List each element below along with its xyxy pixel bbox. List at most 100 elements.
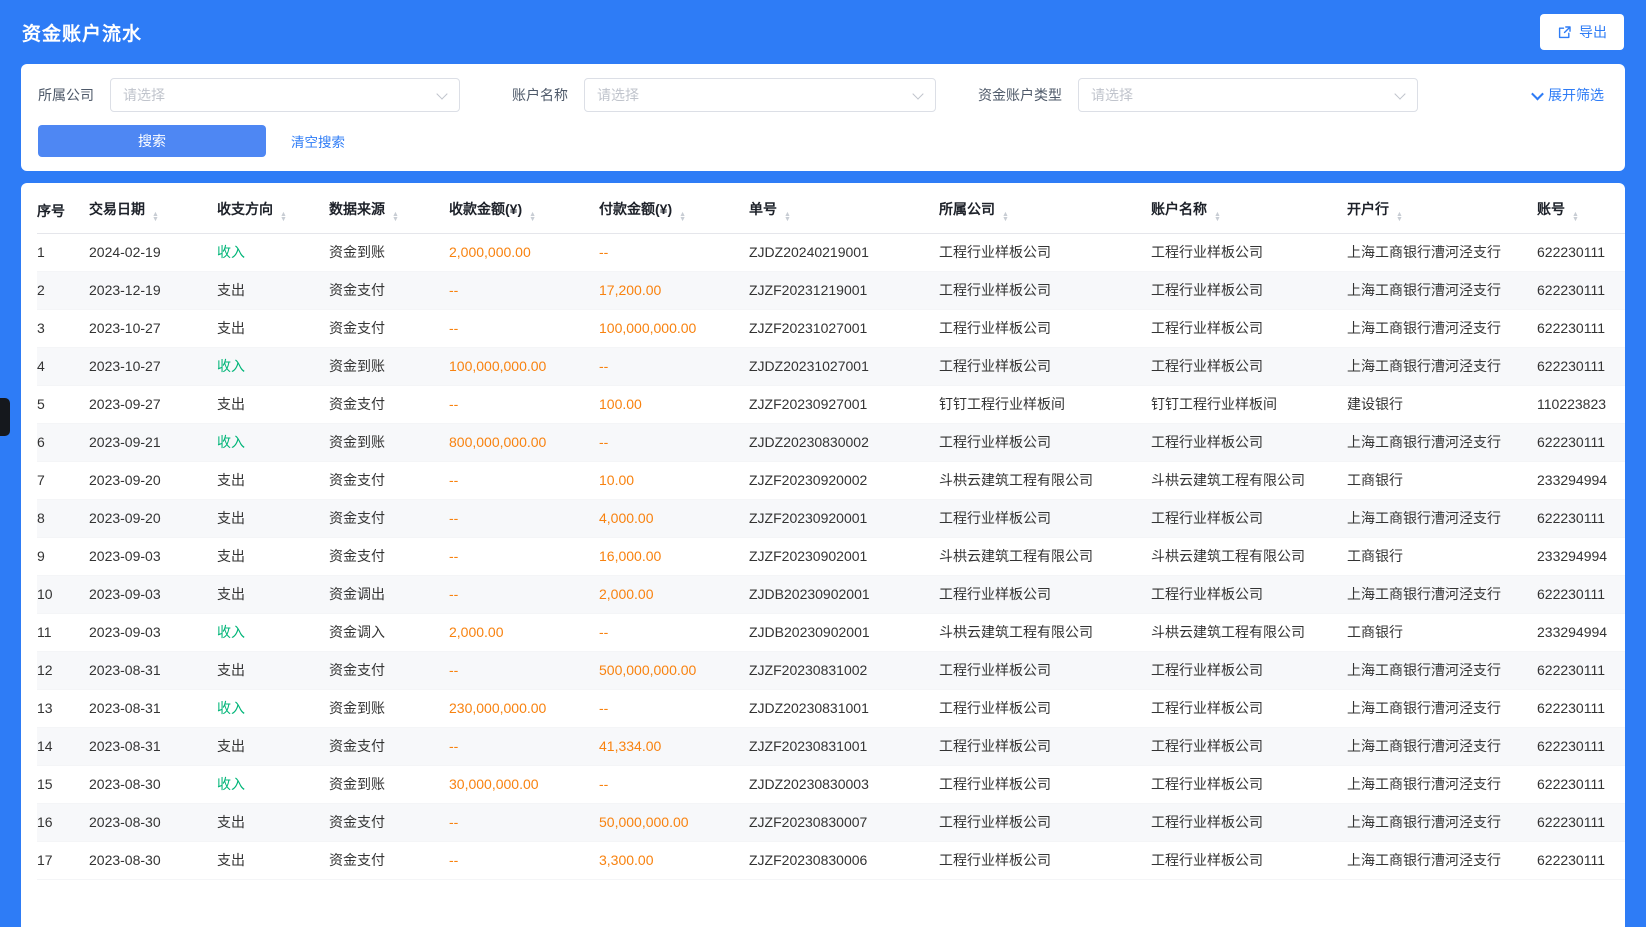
clear-search-link[interactable]: 清空搜索 bbox=[291, 131, 345, 151]
cell-payment-amount: 500,000,000.00 bbox=[599, 651, 749, 689]
table-row: 16 2023-08-30 支出 资金支付 -- 50,000,000.00 Z… bbox=[37, 803, 1625, 841]
cell-account-no: 622230111 bbox=[1537, 651, 1625, 689]
filter-account-type-input[interactable] bbox=[1079, 79, 1417, 111]
cell-account-no: 622230111 bbox=[1537, 499, 1625, 537]
cell-account-no: 622230111 bbox=[1537, 271, 1625, 309]
sort-icon[interactable]: ▲▼ bbox=[1214, 212, 1221, 222]
search-button[interactable]: 搜索 bbox=[38, 125, 266, 157]
cell-date: 2024-02-19 bbox=[89, 233, 217, 271]
cell-index: 16 bbox=[37, 803, 89, 841]
table-row: 5 2023-09-27 支出 资金支付 -- 100.00 ZJZF20230… bbox=[37, 385, 1625, 423]
cell-account-no: 622230111 bbox=[1537, 765, 1625, 803]
cell-account-name: 工程行业样板公司 bbox=[1151, 309, 1347, 347]
column-header[interactable]: 交易日期▲▼ bbox=[89, 189, 217, 233]
chevron-down-icon bbox=[1531, 87, 1544, 100]
expand-filter-link[interactable]: 展开筛选 bbox=[1533, 85, 1608, 105]
cell-company: 工程行业样板公司 bbox=[939, 575, 1151, 613]
sidebar-collapse-handle[interactable] bbox=[0, 398, 10, 436]
export-icon bbox=[1557, 25, 1572, 40]
column-header[interactable]: 收款金额(¥)▲▼ bbox=[449, 189, 599, 233]
cell-direction: 支出 bbox=[217, 803, 329, 841]
cell-direction: 支出 bbox=[217, 461, 329, 499]
export-button[interactable]: 导出 bbox=[1540, 14, 1624, 50]
column-header[interactable]: 开户行▲▼ bbox=[1347, 189, 1537, 233]
filter-panel: 所属公司 账户名称 资金账户类型 展开筛选 搜索 清空搜索 bbox=[21, 64, 1625, 171]
cell-payment-amount: -- bbox=[599, 765, 749, 803]
column-label: 账户名称 bbox=[1151, 201, 1207, 217]
sort-icon[interactable]: ▲▼ bbox=[392, 212, 399, 222]
cell-receipt-amount: -- bbox=[449, 537, 599, 575]
cell-company: 斗栱云建筑工程有限公司 bbox=[939, 461, 1151, 499]
cell-payment-amount: -- bbox=[599, 689, 749, 727]
cell-bank: 上海工商银行漕河泾支行 bbox=[1347, 271, 1537, 309]
sort-icon[interactable]: ▲▼ bbox=[784, 212, 791, 222]
cell-source: 资金支付 bbox=[329, 309, 449, 347]
filter-company-select[interactable] bbox=[110, 78, 460, 112]
cell-account-name: 斗栱云建筑工程有限公司 bbox=[1151, 537, 1347, 575]
cell-index: 3 bbox=[37, 309, 89, 347]
cell-payment-amount: 50,000,000.00 bbox=[599, 803, 749, 841]
cell-order-no: ZJDZ20240219001 bbox=[749, 233, 939, 271]
cell-company: 工程行业样板公司 bbox=[939, 803, 1151, 841]
cell-company: 工程行业样板公司 bbox=[939, 689, 1151, 727]
filter-actions: 搜索 清空搜索 bbox=[38, 125, 1608, 157]
cell-index: 9 bbox=[37, 537, 89, 575]
sort-icon[interactable]: ▲▼ bbox=[529, 212, 536, 222]
column-header[interactable]: 付款金额(¥)▲▼ bbox=[599, 189, 749, 233]
cell-date: 2023-08-31 bbox=[89, 689, 217, 727]
cell-company: 斗栱云建筑工程有限公司 bbox=[939, 537, 1151, 575]
cell-account-name: 工程行业样板公司 bbox=[1151, 271, 1347, 309]
cell-bank: 上海工商银行漕河泾支行 bbox=[1347, 499, 1537, 537]
cell-order-no: ZJDZ20231027001 bbox=[749, 347, 939, 385]
column-label: 序号 bbox=[37, 203, 65, 219]
cell-source: 资金支付 bbox=[329, 651, 449, 689]
table-panel: 序号 交易日期▲▼收支方向▲▼数据来源▲▼收款金额(¥)▲▼付款金额(¥)▲▼单号… bbox=[21, 183, 1625, 927]
cell-direction: 支出 bbox=[217, 575, 329, 613]
filter-account-name-select[interactable] bbox=[584, 78, 936, 112]
cell-source: 资金到账 bbox=[329, 689, 449, 727]
filter-account-name-input[interactable] bbox=[585, 79, 935, 111]
cell-account-name: 斗栱云建筑工程有限公司 bbox=[1151, 613, 1347, 651]
column-header[interactable]: 数据来源▲▼ bbox=[329, 189, 449, 233]
filter-company-input[interactable] bbox=[111, 79, 459, 111]
table-row: 11 2023-09-03 收入 资金调入 2,000.00 -- ZJDB20… bbox=[37, 613, 1625, 651]
cell-bank: 上海工商银行漕河泾支行 bbox=[1347, 347, 1537, 385]
cell-account-name: 工程行业样板公司 bbox=[1151, 499, 1347, 537]
sort-icon[interactable]: ▲▼ bbox=[280, 212, 287, 222]
cell-account-no: 622230111 bbox=[1537, 803, 1625, 841]
cell-order-no: ZJZF20230831002 bbox=[749, 651, 939, 689]
cell-index: 11 bbox=[37, 613, 89, 651]
column-label: 账号 bbox=[1537, 201, 1565, 217]
column-header[interactable]: 所属公司▲▼ bbox=[939, 189, 1151, 233]
cell-bank: 上海工商银行漕河泾支行 bbox=[1347, 575, 1537, 613]
column-header[interactable]: 账号 ▲▼ bbox=[1537, 189, 1625, 233]
filter-account-type-select[interactable] bbox=[1078, 78, 1418, 112]
table-row: 13 2023-08-31 收入 资金到账 230,000,000.00 -- … bbox=[37, 689, 1625, 727]
table-header-row: 序号 交易日期▲▼收支方向▲▼数据来源▲▼收款金额(¥)▲▼付款金额(¥)▲▼单号… bbox=[37, 189, 1625, 233]
column-header[interactable]: 账户名称 ▲▼ bbox=[1151, 189, 1347, 233]
cell-direction: 收入 bbox=[217, 423, 329, 461]
column-header[interactable]: 收支方向▲▼ bbox=[217, 189, 329, 233]
cell-bank: 上海工商银行漕河泾支行 bbox=[1347, 423, 1537, 461]
cell-date: 2023-12-19 bbox=[89, 271, 217, 309]
cell-order-no: ZJDZ20230830003 bbox=[749, 765, 939, 803]
sort-icon[interactable]: ▲▼ bbox=[152, 212, 159, 222]
cell-date: 2023-09-03 bbox=[89, 537, 217, 575]
cell-account-no: 622230111 bbox=[1537, 347, 1625, 385]
page-header: 资金账户流水 导出 bbox=[0, 0, 1646, 64]
column-header[interactable]: 单号▲▼ bbox=[749, 189, 939, 233]
sort-icon[interactable]: ▲▼ bbox=[1002, 212, 1009, 222]
cell-account-no: 622230111 bbox=[1537, 727, 1625, 765]
cell-payment-amount: 3,300.00 bbox=[599, 841, 749, 879]
sort-icon[interactable]: ▲▼ bbox=[679, 212, 686, 222]
sort-icon[interactable]: ▲▼ bbox=[1396, 212, 1403, 222]
cell-receipt-amount: 2,000.00 bbox=[449, 613, 599, 651]
sort-icon[interactable]: ▲▼ bbox=[1572, 212, 1579, 222]
table-scroll-area[interactable]: 序号 交易日期▲▼收支方向▲▼数据来源▲▼收款金额(¥)▲▼付款金额(¥)▲▼单号… bbox=[21, 189, 1625, 927]
cell-company: 工程行业样板公司 bbox=[939, 727, 1151, 765]
cell-date: 2023-09-03 bbox=[89, 575, 217, 613]
cell-order-no: ZJDZ20230831001 bbox=[749, 689, 939, 727]
table-row: 4 2023-10-27 收入 资金到账 100,000,000.00 -- Z… bbox=[37, 347, 1625, 385]
cell-source: 资金调出 bbox=[329, 575, 449, 613]
cell-source: 资金支付 bbox=[329, 727, 449, 765]
